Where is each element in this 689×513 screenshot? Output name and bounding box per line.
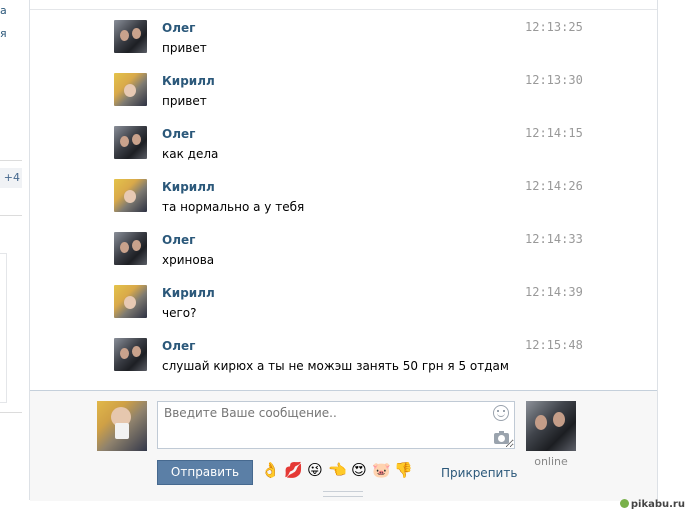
message-text: слушай кирюх а ты не можэш занять 50 грн… (162, 359, 509, 373)
message-composer: online Отправить 👌 💋 😜 👈 😍 🐷 👎 Прикрепит… (30, 390, 657, 501)
message-text: как дела (162, 147, 219, 161)
pig-face-emoji-icon[interactable]: 🐷 (372, 461, 391, 479)
counter-badge[interactable]: +4 (0, 168, 22, 188)
resize-grip[interactable] (323, 491, 363, 497)
attach-link[interactable]: Прикрепить (441, 466, 517, 480)
divider (0, 412, 22, 413)
message-time: 12:14:26 (525, 179, 583, 193)
divider (0, 215, 22, 216)
message-time: 12:14:33 (525, 232, 583, 246)
message-text: привет (162, 94, 207, 108)
message-author[interactable]: Олег (162, 127, 195, 141)
left-page-fragment: а я +4 (0, 0, 24, 513)
avatar[interactable] (114, 20, 147, 53)
message-author[interactable]: Олег (162, 339, 195, 353)
message-row: Олег привет 12:13:25 (30, 10, 657, 63)
message-list[interactable]: Олег привет 12:13:25 Кирилл привет 12:13… (30, 10, 657, 390)
camera-icon[interactable] (494, 431, 509, 444)
message-author[interactable]: Кирилл (162, 286, 215, 300)
winking-tongue-emoji-icon[interactable]: 😜 (306, 461, 324, 479)
avatar[interactable] (114, 126, 147, 159)
lips-emoji-icon[interactable]: 💋 (284, 461, 303, 479)
smile-icon[interactable] (493, 405, 509, 421)
thumbs-down-emoji-icon[interactable]: 👎 (394, 461, 413, 479)
message-row: Кирилл та нормально а у тебя 12:14:26 (30, 169, 657, 222)
message-text: чего? (162, 306, 197, 320)
message-time: 12:15:48 (525, 338, 583, 352)
left-box-fragment (0, 253, 7, 403)
left-link-fragment[interactable]: я (0, 27, 7, 40)
peer-online-status: online (534, 455, 568, 468)
avatar[interactable] (114, 73, 147, 106)
ok-hand-emoji-icon[interactable]: 👌 (261, 461, 280, 479)
message-author[interactable]: Олег (162, 233, 195, 247)
message-row: Кирилл привет 12:13:30 (30, 63, 657, 116)
message-text: хринова (162, 253, 215, 267)
avatar[interactable] (114, 232, 147, 265)
avatar[interactable] (114, 179, 147, 212)
avatar[interactable] (114, 285, 147, 318)
left-link-fragment[interactable]: а (0, 4, 7, 17)
peer-avatar[interactable] (526, 401, 576, 451)
message-time: 12:13:30 (525, 73, 583, 87)
pointing-left-emoji-icon[interactable]: 👈 (328, 461, 347, 479)
send-button[interactable]: Отправить (157, 460, 253, 485)
avatar[interactable] (114, 338, 147, 371)
message-row: Олег слушай кирюх а ты не можэш занять 5… (30, 328, 657, 381)
message-row: Олег как дела 12:14:15 (30, 116, 657, 169)
message-row: Кирилл чего? 12:14:39 (30, 275, 657, 328)
message-author[interactable]: Кирилл (162, 180, 215, 194)
heart-eyes-emoji-icon[interactable]: 😍 (350, 461, 368, 479)
watermark: pikabu.ru (619, 499, 685, 510)
message-time: 12:14:39 (525, 285, 583, 299)
message-row: Олег хринова 12:14:33 (30, 222, 657, 275)
message-text: та нормально а у тебя (162, 200, 305, 214)
message-time: 12:13:25 (525, 20, 583, 34)
divider (0, 160, 22, 161)
watermark-text: pikabu.ru (630, 499, 685, 510)
message-author[interactable]: Олег (162, 21, 195, 35)
message-input[interactable] (157, 401, 515, 449)
chat-panel: Олег привет 12:13:25 Кирилл привет 12:13… (29, 0, 658, 501)
message-text: привет (162, 41, 207, 55)
message-author[interactable]: Кирилл (162, 74, 215, 88)
message-time: 12:14:15 (525, 126, 583, 140)
my-avatar[interactable] (97, 401, 147, 451)
pikabu-logo-icon (619, 499, 629, 508)
